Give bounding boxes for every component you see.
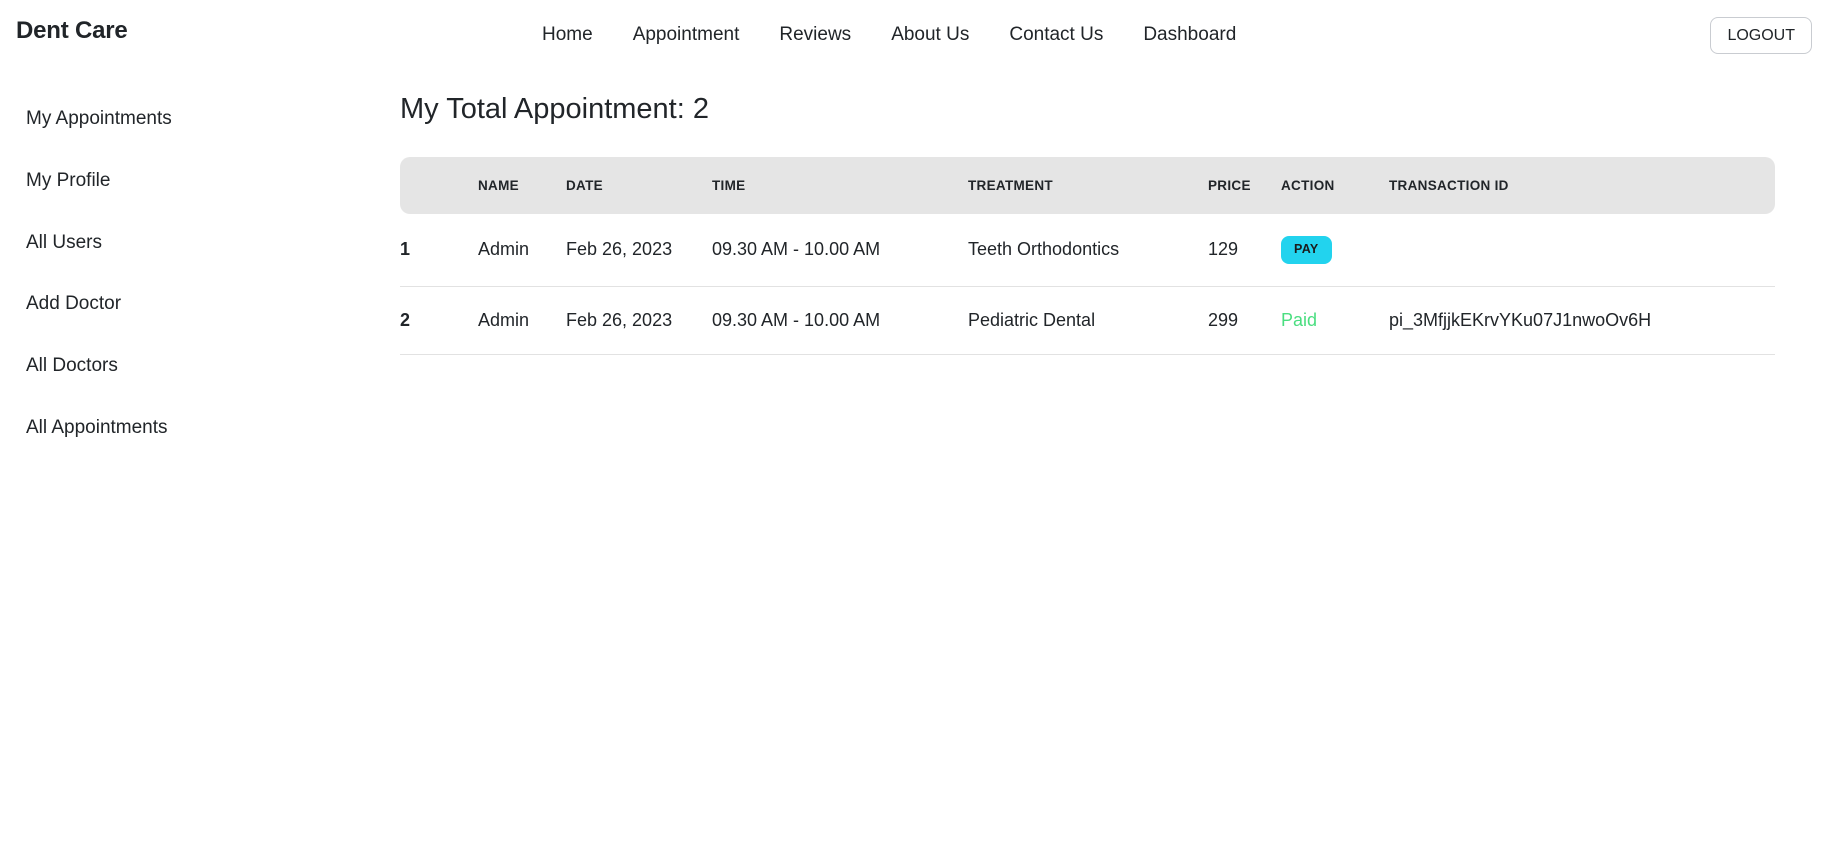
cell-name: Admin [478,286,566,355]
transaction-id-text: pi_3MfjjkEKrvYKu07J1nwoOv6H [1389,309,1652,330]
column-header-index [400,157,478,214]
nav-link-home[interactable]: Home [522,24,613,47]
column-header-date: DATE [566,177,603,193]
main-navigation: Home Appointment Reviews About Us Contac… [522,24,1256,47]
pay-button[interactable]: PAY [1281,235,1332,264]
sidebar-item-all-users[interactable]: All Users [26,232,400,255]
page-layout: My Appointments My Profile All Users Add… [0,70,1832,479]
paid-status-label: Paid [1281,309,1318,330]
dashboard-sidebar: My Appointments My Profile All Users Add… [0,70,400,479]
table-header-row: NAME DATE TIME TREATMENT PRICE ACTION TR… [400,156,1775,214]
sidebar-item-all-doctors[interactable]: All Doctors [26,355,400,378]
row-index: 1 [400,213,478,287]
sidebar-item-add-doctor[interactable]: Add Doctor [26,293,400,316]
cell-price: 129 [1208,213,1281,287]
sidebar-item-my-appointments[interactable]: My Appointments [26,108,400,131]
cell-treatment: Pediatric Dental [968,286,1208,355]
nav-link-appointment[interactable]: Appointment [613,24,760,47]
sidebar-item-all-appointments[interactable]: All Appointments [26,417,400,440]
table-row: 2 Admin Feb 26, 2023 09.30 AM - 10.00 AM… [400,286,1775,355]
cell-transaction-id: pi_3MfjjkEKrvYKu07J1nwoOv6H [1389,286,1775,355]
cell-date: Feb 26, 2023 [566,286,712,355]
cell-time: 09.30 AM - 10.00 AM [712,286,968,355]
column-header-name: NAME [478,177,519,193]
table-body: 1 Admin Feb 26, 2023 09.30 AM - 10.00 AM… [400,213,1775,355]
column-header-price: PRICE [1208,177,1251,193]
cell-action: Paid [1281,286,1389,355]
cell-price: 299 [1208,286,1281,355]
nav-link-reviews[interactable]: Reviews [759,24,871,47]
cell-time: 09.30 AM - 10.00 AM [712,213,968,287]
cell-name: Admin [478,213,566,287]
brand-logo[interactable]: Dent Care [16,19,128,43]
column-header-time: TIME [712,177,746,193]
column-header-transaction-id: TRANSACTION ID [1389,177,1509,193]
top-navbar: Dent Care Home Appointment Reviews About… [0,0,1832,70]
sidebar-item-my-profile[interactable]: My Profile [26,170,400,193]
table-head: NAME DATE TIME TREATMENT PRICE ACTION TR… [400,156,1775,214]
logout-button[interactable]: LOGOUT [1710,17,1812,55]
table-row: 1 Admin Feb 26, 2023 09.30 AM - 10.00 AM… [400,213,1775,287]
nav-link-about-us[interactable]: About Us [871,24,989,47]
appointments-table: NAME DATE TIME TREATMENT PRICE ACTION TR… [400,156,1775,355]
cell-treatment: Teeth Orthodontics [968,213,1208,287]
cell-transaction-id [1389,213,1775,287]
row-index: 2 [400,286,478,355]
main-content: My Total Appointment: 2 NAME DATE TIME T… [400,70,1832,479]
page-title: My Total Appointment: 2 [400,93,709,125]
cell-date: Feb 26, 2023 [566,213,712,287]
nav-link-contact-us[interactable]: Contact Us [989,24,1123,47]
cell-action: PAY [1281,213,1389,287]
column-header-action: ACTION [1281,177,1335,193]
column-header-treatment: TREATMENT [968,177,1053,193]
nav-link-dashboard[interactable]: Dashboard [1123,24,1256,47]
